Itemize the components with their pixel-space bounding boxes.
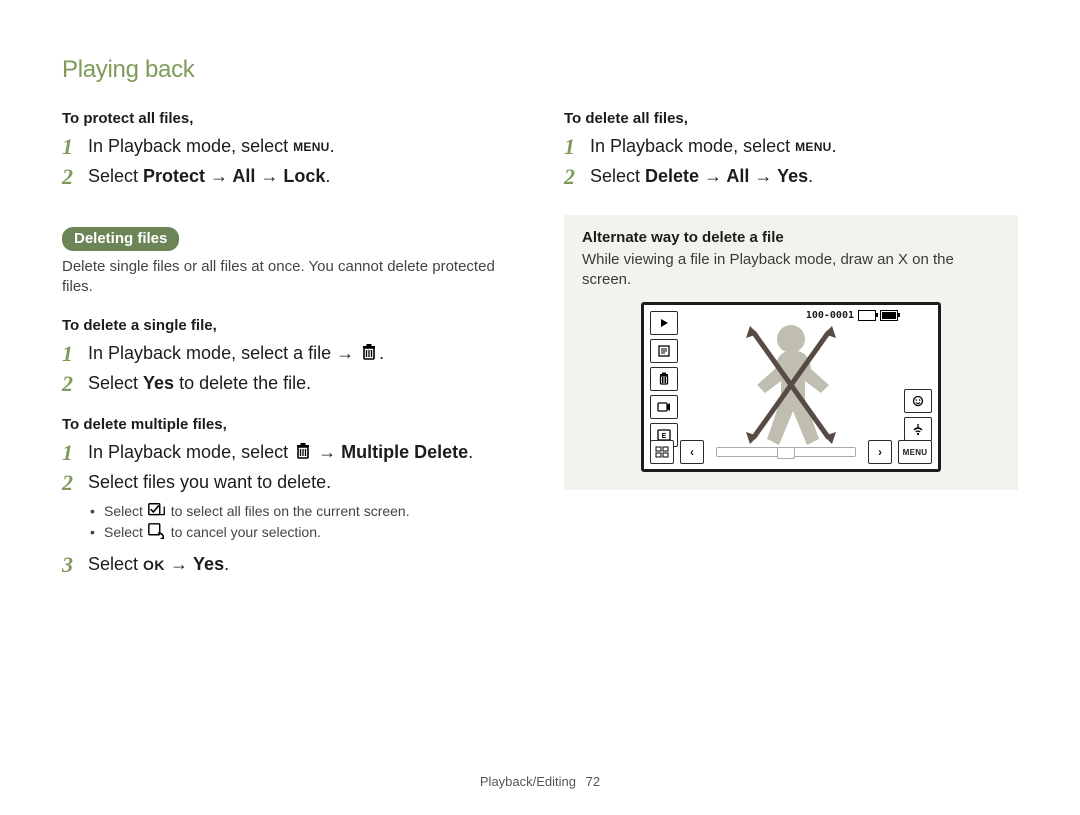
page-header: Playing back: [62, 56, 1018, 84]
step-text: In Playback mode, select a file →: [88, 343, 359, 363]
deleting-files-pill: Deleting files: [62, 227, 179, 251]
delete-single-heading: To delete a single file,: [62, 317, 516, 334]
step-text: .: [808, 166, 813, 186]
right-column: To delete all files, In Playback mode, s…: [564, 110, 1018, 597]
step-text: →: [165, 554, 193, 574]
menu-icon: MENU: [293, 140, 330, 154]
delete-single-steps: In Playback mode, select a file → . Sele…: [62, 340, 516, 398]
delete-multi-steps: In Playback mode, select → Multiple Dele…: [62, 439, 516, 579]
tip-heading: Alternate way to delete a file: [582, 229, 1000, 246]
delete-multi-heading: To delete multiple files,: [62, 416, 516, 433]
trash-icon: [293, 441, 313, 459]
scrub-bar: [716, 447, 856, 457]
step-text: .: [330, 136, 335, 156]
check-all-icon: [147, 501, 167, 519]
person-silhouette: [736, 317, 846, 457]
step-text: to delete the file.: [174, 373, 311, 393]
next-icon: ›: [868, 440, 892, 464]
step-text: .: [832, 136, 837, 156]
step-text: In Playback mode, select: [88, 136, 293, 156]
step-text: Select files you want to delete.: [88, 472, 331, 492]
step-text: In Playback mode, select: [590, 136, 795, 156]
step-strong: Delete → All → Yes: [645, 166, 808, 186]
step-text: Select: [88, 373, 143, 393]
step-text: .: [224, 554, 229, 574]
step-strong: Yes: [143, 373, 174, 393]
menu-icon: MENU: [795, 140, 832, 154]
delete-all-heading: To delete all files,: [564, 110, 1018, 127]
cancel-selection-icon: [147, 522, 167, 540]
lcd-bottom-bar: ‹ › MENU: [650, 440, 932, 464]
left-column: To protect all files, In Playback mode, …: [62, 110, 516, 597]
footer-section: Playback/Editing: [480, 774, 576, 789]
protect-all-heading: To protect all files,: [62, 110, 516, 127]
lcd-screenshot: 100-0001: [641, 302, 941, 472]
step-text: Select: [88, 554, 143, 574]
delete-all-steps: In Playback mode, select MENU. Select De…: [564, 133, 1018, 191]
step-text: Select: [590, 166, 645, 186]
step-text: .: [325, 166, 330, 186]
thumbnails-icon: [650, 440, 674, 464]
sub-bullets: Select to select all files on the curren…: [88, 501, 516, 543]
bullet-text: to cancel your selection.: [167, 524, 321, 540]
step-strong: Multiple Delete: [341, 442, 468, 462]
step-text: In Playback mode, select: [88, 442, 293, 462]
page-footer: Playback/Editing 72: [0, 774, 1080, 789]
step-text: Select: [88, 166, 143, 186]
protect-all-steps: In Playback mode, select MENU. Select Pr…: [62, 133, 516, 191]
deleting-files-desc: Delete single files or all files at once…: [62, 257, 516, 298]
tip-box: Alternate way to delete a file While vie…: [564, 215, 1018, 491]
step-text: .: [468, 442, 473, 462]
trash-icon: [359, 342, 379, 360]
tip-desc: While viewing a file in Playback mode, d…: [582, 250, 1000, 291]
step-text: →: [313, 442, 341, 462]
lcd-menu-icon: MENU: [898, 440, 932, 464]
prev-icon: ‹: [680, 440, 704, 464]
step-text: .: [379, 343, 384, 363]
step-strong: Yes: [193, 554, 224, 574]
footer-page-number: 72: [586, 774, 600, 789]
bullet-text: to select all files on the current scree…: [167, 503, 410, 519]
bullet-text: Select: [104, 503, 147, 519]
step-strong: Protect → All → Lock: [143, 166, 325, 186]
bullet-text: Select: [104, 524, 147, 540]
ok-icon: OK: [143, 557, 165, 573]
